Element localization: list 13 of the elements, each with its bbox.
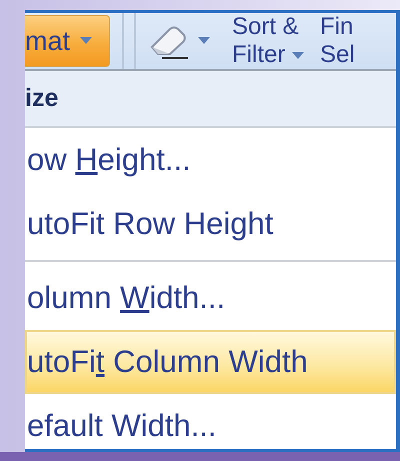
- caret-icon: [80, 37, 92, 45]
- menu-item[interactable]: utoFit Row Height: [25, 192, 396, 256]
- menu-item[interactable]: utoFit Column Width: [25, 330, 396, 394]
- ribbon-separator: [122, 13, 136, 69]
- caret-icon: [198, 37, 210, 45]
- caret-icon: [292, 52, 304, 60]
- menu-item[interactable]: efault Width...: [25, 394, 396, 458]
- sort-filter-button[interactable]: Sort & Filter: [224, 13, 312, 69]
- menu-item[interactable]: ow Height...: [25, 128, 396, 192]
- format-button[interactable]: mat: [25, 15, 110, 67]
- menu-item[interactable]: olumn Width...: [25, 266, 396, 330]
- find-select-button[interactable]: Fin Sel: [312, 13, 363, 69]
- menu-header: ize: [25, 71, 396, 128]
